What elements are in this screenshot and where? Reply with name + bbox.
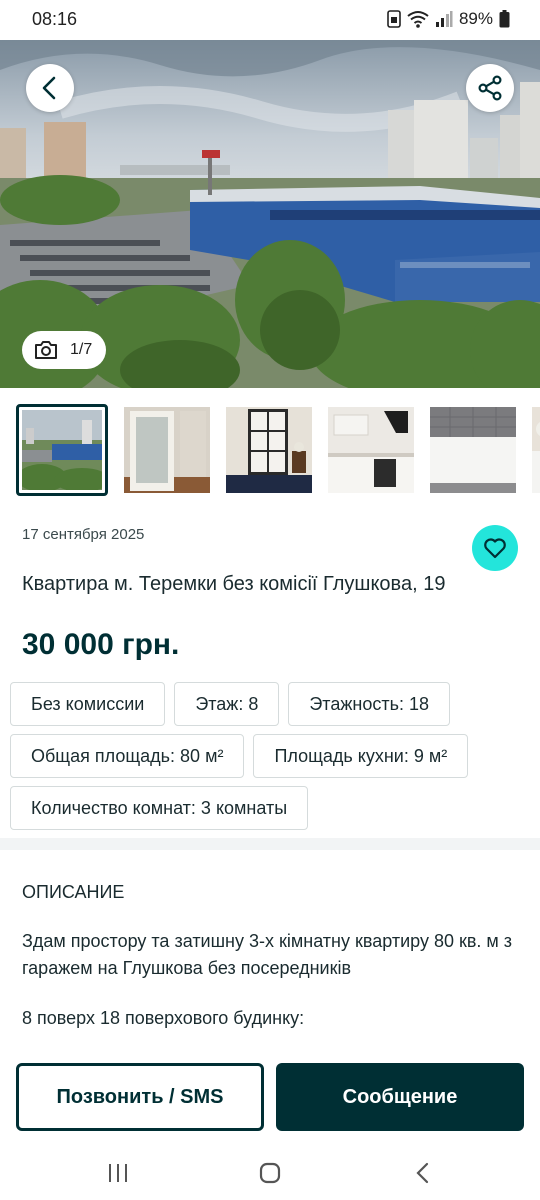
thumbnail-wardrobe[interactable] <box>226 407 312 493</box>
recent-apps-icon <box>109 1164 127 1182</box>
tag-floor: Этаж: 8 <box>174 682 280 726</box>
action-bar: Позвонить / SMS Сообщение <box>0 1050 540 1146</box>
thumbnail-bed[interactable] <box>430 407 516 493</box>
tag-rooms: Количество комнат: 3 комнаты <box>10 786 309 830</box>
thumbnail-image <box>532 407 540 493</box>
thumbnail-strip[interactable] <box>16 404 540 496</box>
home-icon <box>259 1162 281 1184</box>
battery-icon <box>499 10 510 28</box>
thumbnail-kitchen[interactable] <box>328 407 414 493</box>
tag-kitchen-area: Площадь кухни: 9 м² <box>253 734 469 778</box>
system-back-button[interactable] <box>402 1156 442 1190</box>
thumbnail-image <box>22 410 102 490</box>
thumbnail-street-view[interactable] <box>16 404 108 496</box>
wifi-icon <box>407 11 429 28</box>
thumbnail-image <box>226 407 312 493</box>
share-icon <box>478 75 502 101</box>
thumbnail-washer[interactable] <box>532 407 540 493</box>
hero-photo[interactable]: 1/7 <box>0 40 540 388</box>
thumbnail-door[interactable] <box>124 407 210 493</box>
message-button[interactable]: Сообщение <box>276 1063 524 1131</box>
param-tags: Без комиссии Этаж: 8 Этажность: 18 Общая… <box>10 682 530 830</box>
system-nav-bar <box>0 1146 540 1200</box>
tag-total-area: Общая площадь: 80 м² <box>10 734 245 778</box>
battery-percent: 89% <box>458 9 493 28</box>
status-icons: 89% <box>387 9 510 29</box>
description-heading: ОПИСАНИЕ <box>22 882 125 902</box>
photo-counter: 1/7 <box>22 331 107 369</box>
back-arrow-icon <box>416 1162 429 1184</box>
tag-commission: Без комиссии <box>10 682 166 726</box>
sim-icon <box>387 10 401 28</box>
home-button[interactable] <box>250 1156 290 1190</box>
section-divider <box>0 838 540 850</box>
heart-icon <box>484 538 506 559</box>
status-bar: 08:16 89% <box>0 0 540 40</box>
photo-counter-text: 1/7 <box>70 341 93 358</box>
signal-icon <box>435 11 453 27</box>
description-line: 8 поверх 18 поверхового будинку: <box>22 1008 305 1028</box>
chevron-left-icon <box>42 76 56 100</box>
favorite-button[interactable] <box>472 525 518 571</box>
camera-icon <box>35 341 57 359</box>
call-sms-button[interactable]: Позвонить / SMS <box>16 1063 264 1131</box>
thumbnail-image <box>430 407 516 493</box>
thumbnail-image <box>328 407 414 493</box>
tag-total-floors: Этажность: 18 <box>288 682 450 726</box>
listing-date: 17 сентября 2025 <box>22 526 145 543</box>
back-button[interactable] <box>26 64 74 112</box>
listing-title: Квартира м. Теремки без комісії Глушкова… <box>22 573 446 595</box>
recent-apps-button[interactable] <box>98 1156 138 1190</box>
thumbnail-image <box>124 407 210 493</box>
listing-price: 30 000 грн. <box>22 628 180 661</box>
share-button[interactable] <box>466 64 514 112</box>
status-time: 08:16 <box>32 9 78 29</box>
description-text: Здам простору та затишну 3-х кімнатну кв… <box>22 931 513 978</box>
